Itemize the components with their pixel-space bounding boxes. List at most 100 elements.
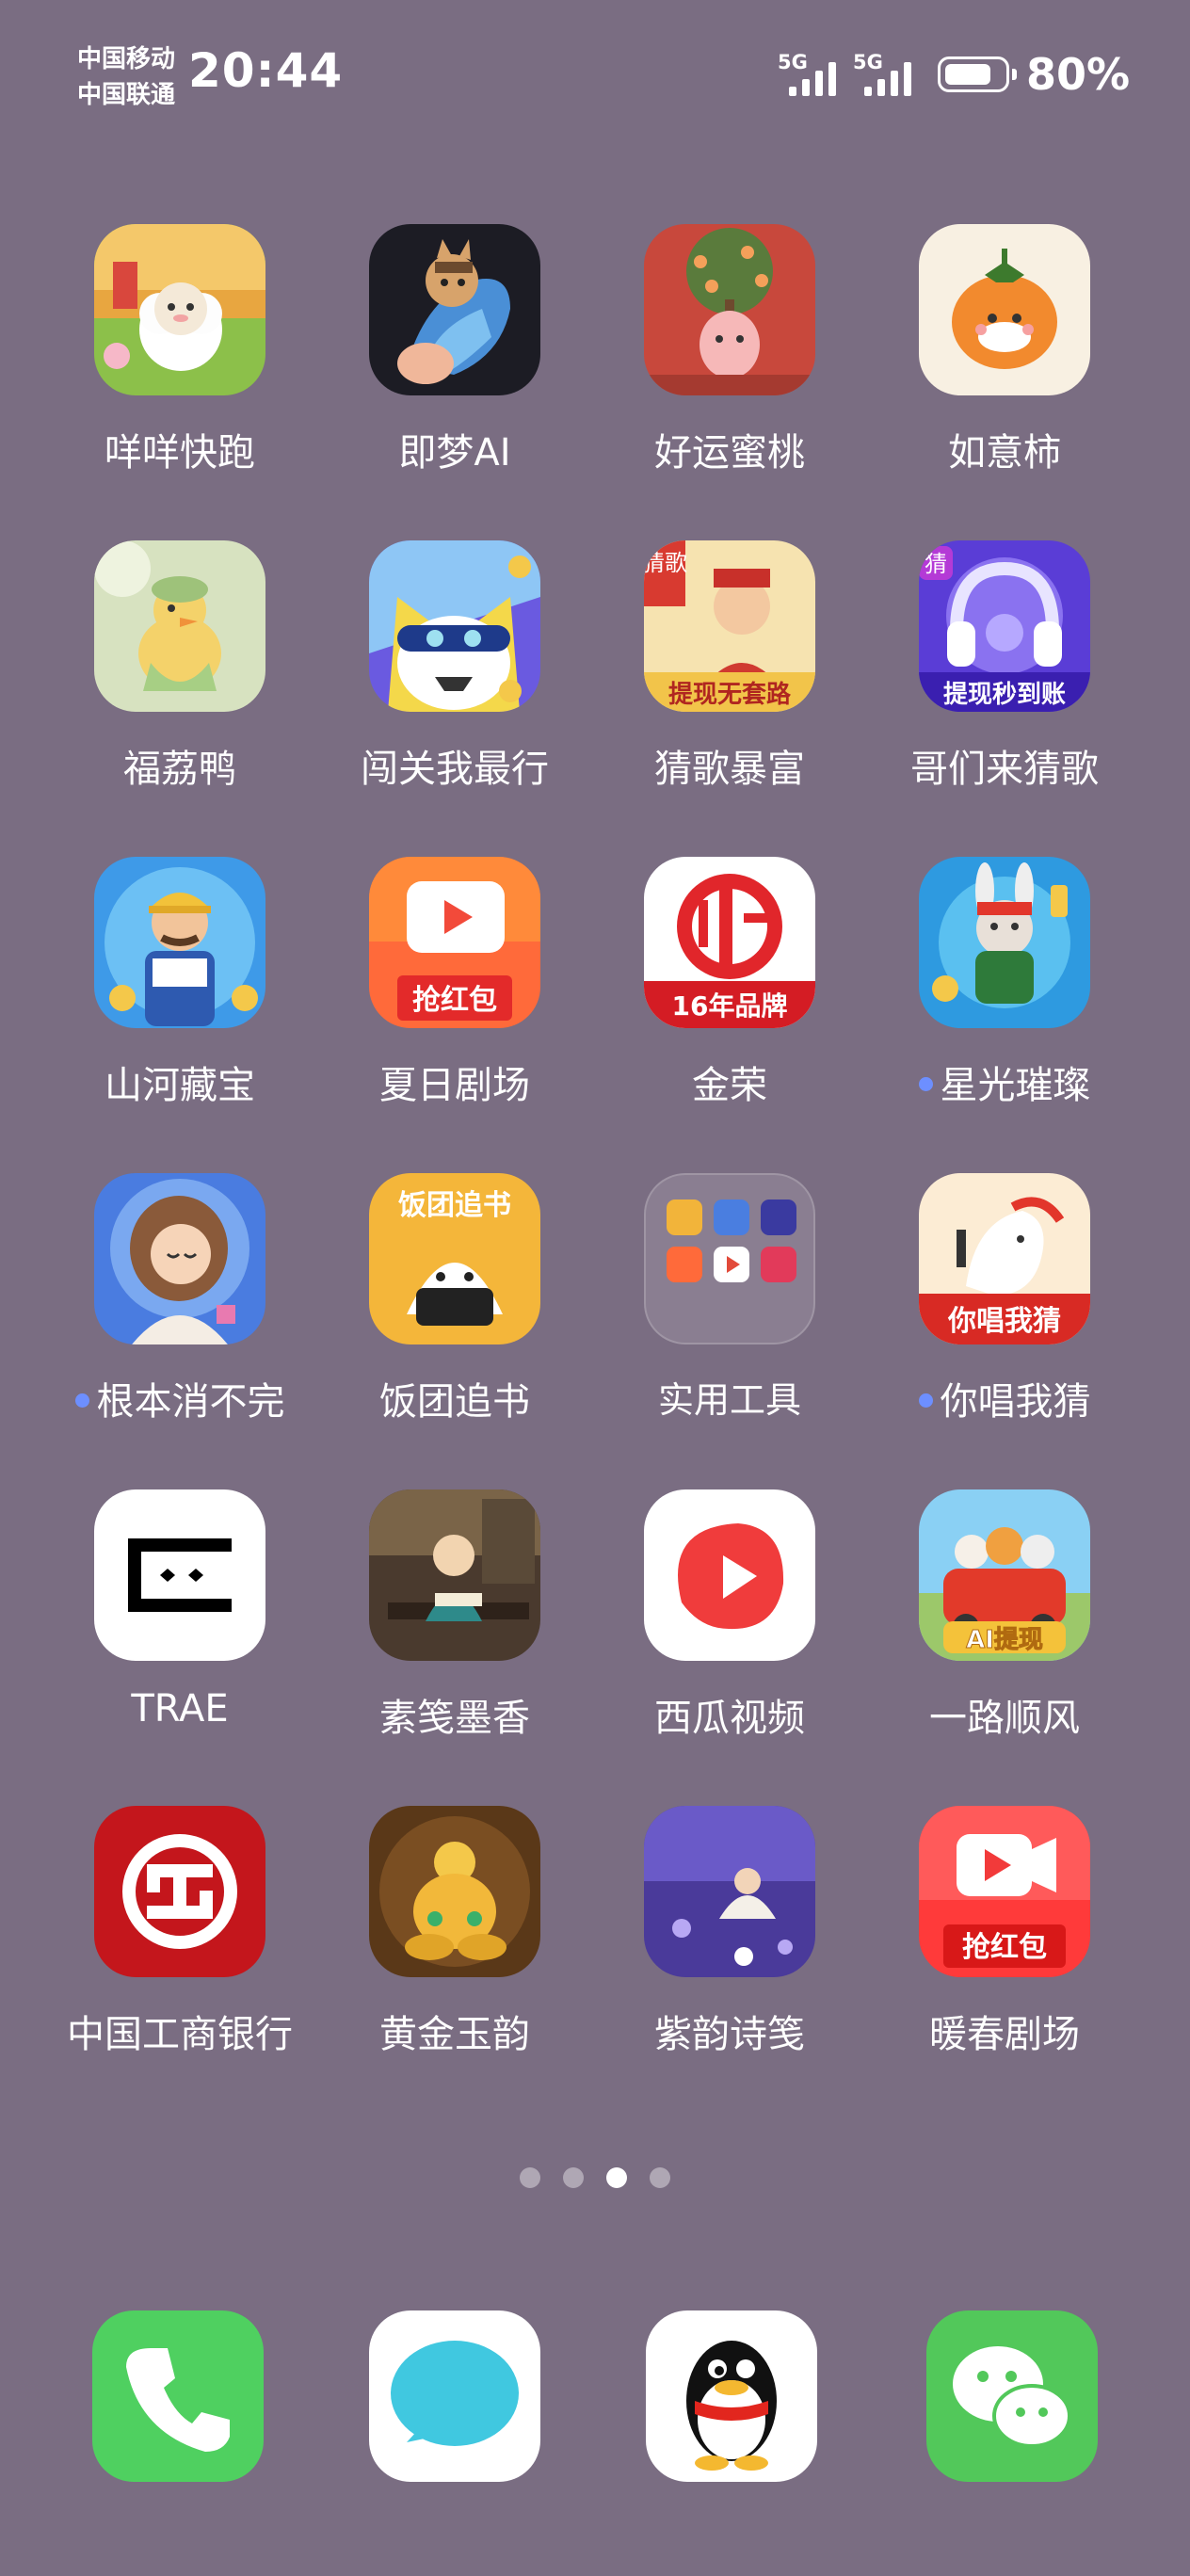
app-label: 素笺墨香 (379, 1697, 530, 1740)
app-gen-ben-xiao-bu-wan[interactable]: 根本消不完 (51, 1173, 326, 1456)
sheep-icon (94, 224, 265, 395)
app-nuan-chun-ju-chang[interactable]: 抢红包 暖春剧场 (876, 1806, 1150, 2088)
rabbit-star-icon (919, 857, 1090, 1028)
app-cai-ge-bao-fu[interactable]: 猜歌提现无套路 猜歌暴富 (601, 540, 876, 823)
app-label: 紫韵诗笺 (654, 2013, 805, 2056)
xigua-video-icon (644, 1489, 815, 1661)
jinrong-banner-text: 16年品牌 (672, 990, 788, 1022)
duck-icon (94, 540, 265, 712)
carrier-names: 中国移动 中国联通 (77, 41, 175, 113)
god-wealth-corner-text: 猜歌 (644, 550, 687, 576)
app-label: 暖春剧场 (929, 2013, 1080, 2056)
jimeng-horse-icon (369, 224, 540, 395)
god-wealth-banner-text: 提现无套路 (668, 680, 792, 709)
app-label: 西瓜视频 (654, 1697, 805, 1740)
app-trae[interactable]: TRAE (51, 1489, 326, 1772)
notification-dot (74, 1393, 89, 1408)
gold-gourd-icon (369, 1806, 540, 1977)
app-label: 夏日剧场 (379, 1064, 530, 1107)
app-label: 如意柿 (948, 431, 1061, 475)
page-dot[interactable] (606, 2167, 627, 2188)
app-label: 一路顺风 (929, 1697, 1080, 1740)
battery-fill (945, 64, 990, 85)
summer-banner-text: 抢红包 (412, 984, 497, 1017)
clock: 20:44 (188, 43, 344, 98)
status-bar: 中国移动 中国联通 20:44 5G 5G 80% (0, 0, 1190, 151)
page-dot[interactable] (563, 2167, 584, 2188)
singing-horse-icon: 你唱我猜 (919, 1173, 1090, 1344)
app-xi-gua-shi-pin[interactable]: 西瓜视频 (601, 1489, 876, 1772)
jinrong-icon: 16年品牌 (644, 857, 815, 1028)
app-label: 黄金玉韵 (379, 2013, 530, 2056)
app-label: 福荔鸭 (123, 748, 236, 791)
app-label: 即梦AI (398, 431, 511, 475)
app-label: 根本消不完 (41, 1371, 318, 1425)
app-shan-he-cang-bao[interactable]: 山河藏宝 (51, 857, 326, 1139)
page-indicator[interactable] (0, 2167, 1190, 2192)
icbc-icon (94, 1806, 265, 1977)
persimmon-icon (919, 224, 1090, 395)
app-label: 好运蜜桃 (654, 431, 805, 475)
summer-theater-icon: 抢红包 (369, 857, 540, 1028)
app-label: 你唱我猜 (866, 1371, 1143, 1425)
cat-game-icon (369, 540, 540, 712)
qq-penguin-icon[interactable] (646, 2310, 817, 2482)
message-bubble-icon[interactable] (369, 2310, 540, 2482)
carrier-1: 中国移动 (77, 45, 176, 73)
app-chuang-guan-wo-zui-xing[interactable]: 闯关我最行 (326, 540, 601, 823)
signal-2-icon: 5G (853, 51, 919, 96)
app-su-jian-mo-xiang[interactable]: 素笺墨香 (326, 1489, 601, 1772)
app-ru-yi-shi[interactable]: 如意柿 (876, 224, 1150, 507)
car-animals-icon: AI提现 (919, 1489, 1090, 1661)
rice-ball-icon: 饭团追书 (369, 1173, 540, 1344)
signal-1-icon: 5G (778, 51, 844, 96)
page-dot[interactable] (650, 2167, 670, 2188)
app-hao-yun-mi-tao[interactable]: 好运蜜桃 (601, 224, 876, 507)
notification-dot (918, 1076, 933, 1091)
trae-icon (94, 1489, 265, 1661)
app-mie-mie-kuai-pao[interactable]: 咩咩快跑 (51, 224, 326, 507)
girl-game-icon (94, 1173, 265, 1344)
app-jin-rong[interactable]: 16年品牌 金荣 (601, 857, 876, 1139)
app-label: 咩咩快跑 (105, 431, 255, 475)
purple-poem-icon (644, 1806, 815, 1977)
app-label: 饭团追书 (379, 1380, 530, 1424)
page-dot[interactable] (520, 2167, 540, 2188)
battery-percent: 80% (1026, 49, 1131, 100)
app-ni-chang-wo-cai[interactable]: 你唱我猜 你唱我猜 (876, 1173, 1150, 1456)
folder-icon (644, 1173, 815, 1344)
god-of-wealth-icon: 猜歌提现无套路 (644, 540, 815, 712)
app-label: 金荣 (692, 1064, 767, 1107)
app-label: 猜歌暴富 (654, 748, 805, 791)
app-yi-lu-shun-feng[interactable]: AI提现 一路顺风 (876, 1489, 1150, 1772)
notification-dot (918, 1393, 933, 1408)
phone-icon[interactable] (92, 2310, 264, 2482)
peach-tree-icon (644, 224, 815, 395)
singing-banner-text: 你唱我猜 (947, 1305, 1061, 1338)
app-label: 哥们来猜歌 (910, 748, 1099, 791)
app-zi-yun-shi-jian[interactable]: 紫韵诗笺 (601, 1806, 876, 2088)
headphones-icon: 猜提现秒到账 (919, 540, 1090, 712)
app-jimeng-ai[interactable]: 即梦AI (326, 224, 601, 507)
app-label: 山河藏宝 (105, 1064, 255, 1107)
app-label: 实用工具 (657, 1379, 801, 1421)
app-ge-men-lai-cai-ge[interactable]: 猜提现秒到账 哥们来猜歌 (876, 540, 1150, 823)
app-xing-guang-cui-can[interactable]: 星光璀璨 (876, 857, 1150, 1139)
app-fu-li-ya[interactable]: 福荔鸭 (51, 540, 326, 823)
spring-theater-icon: 抢红包 (919, 1806, 1090, 1977)
battery-icon (938, 56, 1017, 92)
folder-shi-yong-gong-ju[interactable]: 实用工具 (601, 1173, 876, 1456)
app-xia-ri-ju-chang[interactable]: 抢红包 夏日剧场 (326, 857, 601, 1139)
scholar-icon (369, 1489, 540, 1661)
headphones-corner-text: 猜 (925, 551, 947, 577)
app-huang-jin-yu-yun[interactable]: 黄金玉韵 (326, 1806, 601, 2088)
app-label: 闯关我最行 (361, 748, 549, 791)
wechat-icon[interactable] (926, 2310, 1098, 2482)
headphones-banner-text: 提现秒到账 (943, 681, 1066, 709)
car-banner-text: AI提现 (966, 1626, 1043, 1654)
rice-ball-banner-text: 饭团追书 (398, 1189, 511, 1222)
app-fan-tuan-zhui-shu[interactable]: 饭团追书 饭团追书 (326, 1173, 601, 1456)
app-icbc[interactable]: 中国工商银行 (51, 1806, 326, 2088)
carrier-2: 中国联通 (77, 81, 176, 109)
app-label: TRAE (131, 1687, 229, 1731)
